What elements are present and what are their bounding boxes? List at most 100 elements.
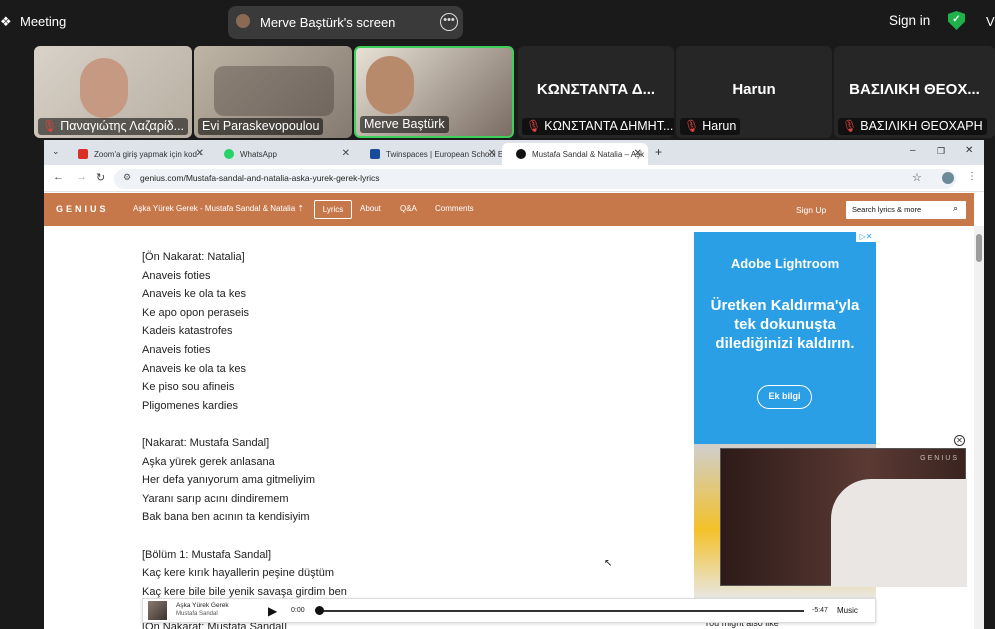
- participant-name: 🎙 Harun: [680, 118, 741, 135]
- more-options-icon[interactable]: •••: [440, 13, 458, 31]
- genius-logo[interactable]: GENIUS: [56, 204, 109, 214]
- profile-avatar[interactable]: [942, 172, 954, 184]
- close-tab-icon[interactable]: ✕: [634, 148, 642, 159]
- maximize-icon[interactable]: ❐: [937, 146, 945, 157]
- close-tab-icon[interactable]: ✕: [196, 148, 204, 159]
- ad-headline: Üretken Kaldırma'yla tek dokunuşta diled…: [710, 297, 860, 352]
- participant-video: [366, 56, 414, 114]
- mic-muted-icon: 🎙: [684, 119, 700, 133]
- site-info-icon[interactable]: ⚙: [123, 172, 131, 183]
- ad-brand: Adobe Lightroom: [730, 256, 840, 271]
- security-shield-icon[interactable]: ✓: [948, 11, 965, 30]
- shared-browser-window: ⌄ Zoom'a giriş yapmak için kod · ✕ Whats…: [44, 140, 984, 629]
- close-tab-icon[interactable]: ✕: [488, 148, 496, 159]
- lyric-line: Bak bana ben acının ta kendisiyim: [142, 511, 310, 524]
- lyric-line: Pligomenes kardies: [142, 399, 238, 412]
- advertisement[interactable]: ▷✕ Adobe Lightroom Üretken Kaldırma'yla …: [694, 232, 876, 444]
- participant-name: 🎙 ΒΑΣΙΛΙΚΗ ΘΕΟΧΑΡΗ: [838, 118, 987, 135]
- ad-choices-icon[interactable]: ▷✕: [856, 232, 876, 242]
- browser-tab[interactable]: WhatsApp ✕: [210, 143, 356, 165]
- participant-tile[interactable]: ΒΑΣΙΛΙΚΗ ΘΕΟΧ... 🎙 ΒΑΣΙΛΙΚΗ ΘΕΟΧΑΡΗ: [834, 46, 995, 138]
- participant-tile[interactable]: 🎙 Παναγιώτης Λαζαρίδ...: [34, 46, 192, 138]
- reload-icon[interactable]: ↻: [96, 171, 105, 184]
- search-icon[interactable]: ⌕: [953, 203, 958, 214]
- song-title[interactable]: Aşka Yürek Gerek - Mustafa Sandal & Nata…: [133, 204, 304, 213]
- apple-music-logo: Music: [837, 606, 858, 615]
- participant-video: [214, 66, 334, 116]
- participants-icon[interactable]: ❖: [0, 14, 12, 30]
- mic-muted-icon: 🎙: [526, 119, 542, 133]
- back-icon[interactable]: ←: [53, 171, 64, 183]
- participant-name: 🎙 ΚΩΝΣΤΑΝΤΑ ΔΗΜΗΤ...: [522, 118, 674, 135]
- participant-display-name: ΚΩΝΣΤΑΝΤΑ Δ...: [536, 81, 656, 98]
- view-button[interactable]: V: [986, 14, 995, 29]
- page-scrollbar[interactable]: [974, 226, 984, 629]
- close-window-icon[interactable]: ✕: [965, 145, 973, 156]
- music-player-bar: Aşka Yürek Gerek Mustafa Sandal ▶ 0:00 -…: [142, 598, 876, 623]
- scroll-thumb[interactable]: [976, 234, 982, 262]
- lyric-line: Kadeis katastrofes: [142, 325, 233, 338]
- lyric-line: Anaveis ke ola ta kes: [142, 362, 246, 375]
- participant-tile-active[interactable]: Merve Baştürk: [354, 46, 514, 138]
- lyric-line: Her defa yanıyorum ama gitmeliyim: [142, 474, 316, 487]
- sign-up-link[interactable]: Sign Up: [796, 205, 826, 215]
- lyric-section-header: [Nakarat: Mustafa Sandal]: [142, 437, 270, 449]
- new-tab-icon[interactable]: +: [655, 145, 662, 159]
- nav-qa[interactable]: Q&A: [400, 204, 417, 213]
- mouse-cursor-icon: ↖: [604, 558, 613, 569]
- participant-name: 🎙 Παναγιώτης Λαζαρίδ...: [38, 118, 189, 135]
- tab-label: Zoom'a giriş yapmak için kod ·: [94, 150, 202, 159]
- minimize-icon[interactable]: –: [910, 145, 916, 156]
- search-placeholder: Search lyrics & more: [852, 205, 922, 214]
- presenter-avatar: [236, 14, 250, 28]
- address-bar-row: ← → ↻ ⚙ genius.com/Mustafa-sandal-and-na…: [44, 165, 984, 192]
- bookmark-star-icon[interactable]: ☆: [912, 171, 922, 184]
- participant-tile[interactable]: Harun 🎙 Harun: [676, 46, 832, 138]
- participant-tile[interactable]: Evi Paraskevopoulou: [194, 46, 352, 138]
- participant-tile[interactable]: ΚΩΝΣΤΑΝΤΑ Δ... 🎙 ΚΩΝΣΤΑΝΤΑ ΔΗΜΗΤ...: [518, 46, 674, 138]
- album-art: [148, 601, 167, 620]
- close-video-icon[interactable]: ✕: [954, 435, 965, 446]
- forward-icon[interactable]: →: [76, 171, 87, 183]
- browser-menu-icon[interactable]: ⋮: [967, 171, 977, 182]
- tab-search-icon[interactable]: ⌄: [52, 146, 60, 157]
- close-tab-icon[interactable]: ✕: [342, 148, 350, 159]
- track-artist: Mustafa Sandal: [176, 611, 218, 617]
- tab-label: Twinspaces | European School E: [386, 150, 502, 159]
- gmail-icon: [78, 149, 88, 159]
- lyric-line: Yaranı sarıp acını dindiremem: [142, 492, 289, 505]
- progress-knob[interactable]: [315, 606, 324, 615]
- zoom-top-bar: ❖ Meeting Merve Baştürk's screen ••• Sig…: [0, 0, 995, 44]
- participant-display-name: Harun: [732, 81, 776, 98]
- nav-about[interactable]: About: [360, 204, 381, 213]
- lyric-line: Kaç kere kırık hayallerin peşine düştüm: [142, 567, 334, 580]
- lyric-section-header: [Bölüm 1: Mustafa Sandal]: [142, 548, 272, 561]
- browser-tab-active[interactable]: Mustafa Sandal & Natalia – Aşk ✕: [502, 143, 648, 165]
- browser-tab[interactable]: Twinspaces | European School E ✕: [356, 143, 502, 165]
- lyric-line: Anaveis foties: [142, 269, 211, 282]
- screen-share-label: Merve Baştürk's screen: [260, 15, 396, 30]
- meeting-label[interactable]: Meeting: [20, 14, 66, 29]
- sign-in-link[interactable]: Sign in: [889, 13, 930, 28]
- mic-muted-icon: 🎙: [42, 119, 58, 133]
- lyric-line: Ke piso sou afineis: [142, 381, 235, 394]
- remaining-time: -5:47: [812, 607, 828, 614]
- lyric-section-header: [Ön Nakarat: Natalia]: [142, 251, 245, 263]
- participant-name: Merve Baştürk: [360, 116, 449, 133]
- progress-track[interactable]: [318, 610, 804, 612]
- lyric-line: Anaveis ke ola ta kes: [142, 288, 246, 301]
- track-title: Aşka Yürek Gerek: [176, 602, 229, 609]
- nav-comments[interactable]: Comments: [435, 204, 474, 213]
- browser-tab[interactable]: Zoom'a giriş yapmak için kod · ✕: [64, 143, 210, 165]
- eu-flag-icon: [370, 149, 380, 159]
- mic-muted-icon: 🎙: [842, 119, 858, 133]
- lyric-line: Anaveis foties: [142, 344, 211, 356]
- video-watermark: GENIUS: [920, 455, 959, 462]
- lyric-line: Aşka yürek gerek anlasana: [142, 455, 275, 468]
- genius-header: GENIUS Aşka Yürek Gerek - Mustafa Sandal…: [44, 193, 974, 226]
- url-text: genius.com/Mustafa-sandal-and-natalia-as…: [140, 173, 380, 183]
- video-player[interactable]: GENIUS: [720, 448, 967, 587]
- nav-lyrics[interactable]: Lyrics: [314, 200, 352, 219]
- play-icon[interactable]: ▶: [268, 604, 277, 618]
- ad-cta-button[interactable]: Ek bilgi: [757, 385, 812, 409]
